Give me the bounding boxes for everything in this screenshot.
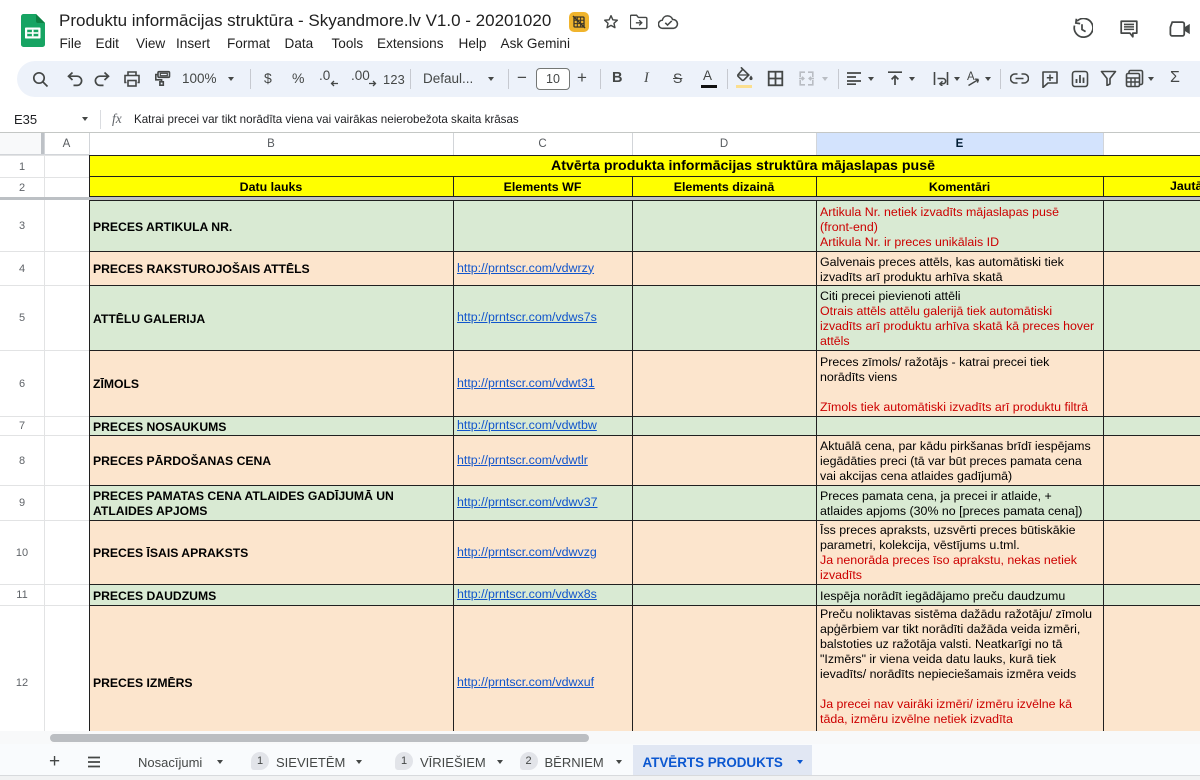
svg-text:A: A bbox=[967, 71, 975, 83]
